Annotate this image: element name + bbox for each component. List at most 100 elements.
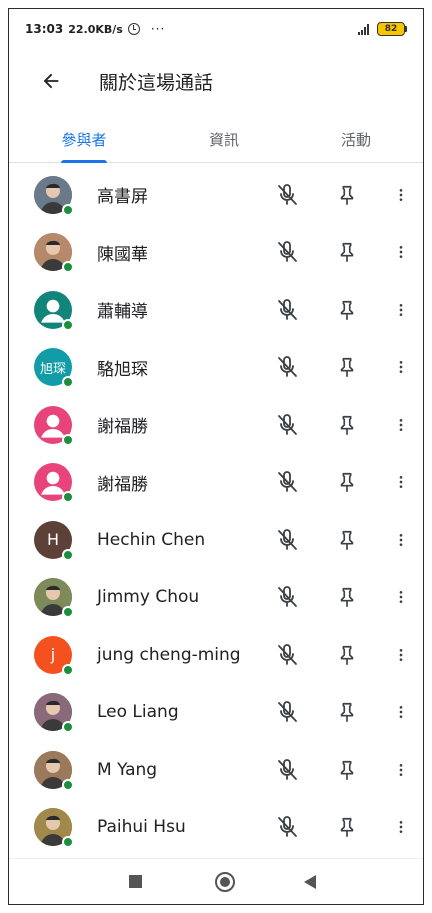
presence-dot-icon [62, 606, 74, 618]
participant-name: 謝福勝 [97, 417, 148, 437]
participant-row[interactable]: 蕭輔導 [9, 281, 423, 338]
more-vert-icon[interactable] [393, 528, 409, 552]
participant-row[interactable]: 謝福勝 [9, 396, 423, 453]
more-vert-icon[interactable] [393, 298, 409, 322]
mic-off-icon[interactable] [275, 183, 299, 207]
pin-icon[interactable] [336, 700, 358, 724]
avatar [34, 693, 74, 733]
presence-dot-icon [62, 721, 74, 733]
pin-icon[interactable] [336, 815, 358, 839]
pin-icon[interactable] [336, 470, 358, 494]
tab-info[interactable]: 資訊 [159, 117, 289, 162]
status-bar: 13:03 22.0KB/s ··· 82 [9, 9, 423, 49]
more-vert-icon[interactable] [393, 470, 409, 494]
presence-dot-icon [62, 778, 74, 791]
presence-dot-icon [62, 548, 74, 561]
mic-off-icon[interactable] [275, 355, 299, 379]
mic-off-icon[interactable] [275, 528, 299, 552]
app-header: 關於這場通話 [9, 57, 423, 105]
participant-row[interactable]: M Yang [9, 741, 423, 798]
tab-participants[interactable]: 參與者 [9, 117, 159, 162]
presence-dot-icon [62, 491, 74, 503]
mic-off-icon[interactable] [275, 298, 299, 322]
mic-off-icon[interactable] [275, 240, 299, 264]
avatar [34, 578, 74, 618]
signal-icon [358, 23, 369, 35]
pin-icon[interactable] [336, 413, 358, 437]
more-vert-icon[interactable] [393, 355, 409, 379]
mic-off-icon[interactable] [275, 758, 299, 782]
pin-icon[interactable] [336, 183, 358, 207]
participant-name: 高書屏 [97, 187, 148, 207]
presence-dot-icon [62, 836, 74, 848]
presence-dot-icon [62, 318, 74, 331]
avatar [34, 290, 74, 331]
status-time: 13:03 [25, 22, 64, 36]
pin-icon[interactable] [336, 298, 358, 322]
participant-list[interactable]: 高書屏 陳國華 蕭輔導 旭琛 駱旭琛 謝福勝 謝福勝 H Hechin Chen Jimmy Ch… [9, 163, 423, 863]
participant-row[interactable]: Paihui Hsu [9, 799, 423, 856]
avatar [34, 750, 74, 791]
participant-row[interactable]: 高書屏 [9, 166, 423, 223]
more-vert-icon[interactable] [393, 183, 409, 207]
more-vert-icon[interactable] [393, 585, 409, 609]
status-right: 82 [358, 22, 407, 36]
mic-off-icon[interactable] [275, 643, 299, 667]
more-notifications-icon: ··· [150, 22, 166, 36]
avatar [34, 175, 74, 216]
participant-name: 駱旭琛 [97, 359, 148, 380]
participant-name: Hechin Chen [97, 529, 206, 550]
mic-off-icon[interactable] [275, 470, 299, 494]
avatar: j [34, 635, 74, 676]
tab-bar: 參與者 資訊 活動 [9, 117, 423, 163]
participant-name: 蕭輔導 [97, 302, 148, 322]
battery-level: 82 [377, 22, 405, 36]
mic-off-icon[interactable] [275, 815, 299, 839]
avatar [34, 463, 74, 503]
pin-icon[interactable] [336, 758, 358, 782]
network-speed: 22.0KB/s [68, 22, 123, 36]
system-back-button[interactable] [304, 874, 316, 889]
mic-off-icon[interactable] [275, 413, 299, 437]
status-left: 13:03 22.0KB/s ··· [25, 22, 165, 36]
participant-row[interactable]: 旭琛 駱旭琛 [9, 339, 423, 396]
more-vert-icon[interactable] [393, 413, 409, 437]
presence-dot-icon [62, 376, 74, 388]
battery-icon: 82 [377, 22, 407, 36]
more-vert-icon[interactable] [393, 643, 409, 667]
more-vert-icon[interactable] [393, 240, 409, 264]
presence-dot-icon [62, 433, 74, 446]
participant-row[interactable]: 謝福勝 [9, 454, 423, 511]
pin-icon[interactable] [336, 240, 358, 264]
mic-off-icon[interactable] [275, 585, 299, 609]
pin-icon[interactable] [336, 585, 358, 609]
presence-dot-icon [62, 663, 74, 676]
avatar [34, 405, 74, 446]
more-vert-icon[interactable] [393, 700, 409, 724]
participant-name: M Yang [97, 759, 158, 780]
avatar [34, 808, 74, 848]
pin-icon[interactable] [336, 643, 358, 667]
more-vert-icon[interactable] [393, 758, 409, 782]
pin-icon[interactable] [336, 355, 358, 379]
participant-row[interactable]: H Hechin Chen [9, 511, 423, 568]
mic-off-icon[interactable] [275, 700, 299, 724]
screenshot-frame: 13:03 22.0KB/s ··· 82 關於這場通話 參與者 資訊 活動 高… [8, 8, 424, 905]
participant-row[interactable]: 陳國華 [9, 224, 423, 281]
participant-row[interactable]: Jimmy Chou [9, 569, 423, 626]
participant-name: Jimmy Chou [97, 587, 200, 607]
participant-row[interactable]: j jung cheng-ming [9, 626, 423, 683]
tab-activity[interactable]: 活動 [289, 117, 423, 162]
participant-name: Leo Liang [97, 702, 179, 722]
back-button[interactable] [37, 67, 65, 95]
participant-row[interactable]: Leo Liang [9, 684, 423, 741]
pin-icon[interactable] [336, 528, 358, 552]
more-vert-icon[interactable] [393, 815, 409, 839]
home-button[interactable] [215, 871, 235, 892]
participant-name: 陳國華 [97, 244, 148, 265]
arrow-left-icon [43, 73, 59, 89]
recent-apps-button[interactable] [129, 875, 142, 888]
system-nav-bar [9, 858, 423, 904]
participant-name: Paihui Hsu [97, 817, 186, 837]
participant-name: 謝福勝 [97, 474, 148, 495]
